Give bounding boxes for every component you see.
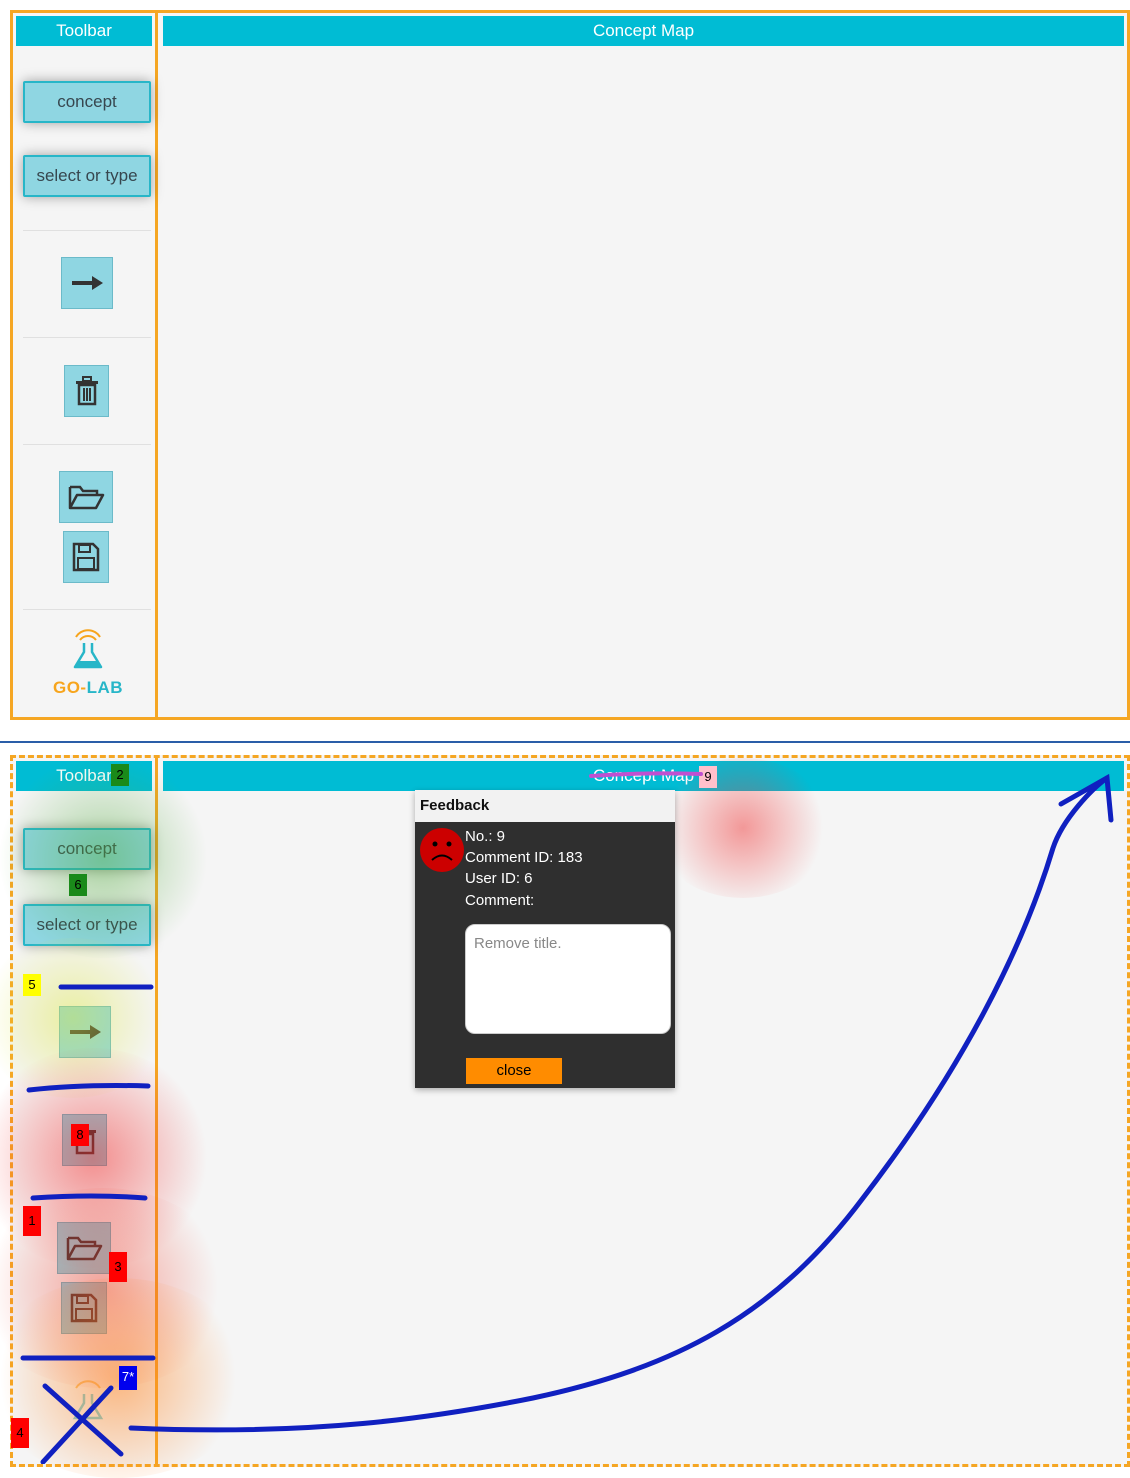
annotation-arrow-curve <box>128 775 1110 1433</box>
link-arrow-button[interactable] <box>61 257 113 309</box>
logo-text-lab: LAB <box>86 678 124 697</box>
divider <box>23 609 151 610</box>
logo-text-go: GO- <box>52 678 87 697</box>
floppy-disk-icon <box>72 542 100 572</box>
trash-icon <box>75 376 98 406</box>
open-button[interactable] <box>59 471 113 523</box>
divider <box>23 337 151 338</box>
concept-map-title: Concept Map <box>163 16 1124 46</box>
concept-button[interactable]: concept <box>23 81 151 123</box>
divider <box>23 444 151 445</box>
flask-logo-icon <box>73 629 103 669</box>
annotation-underline <box>30 1193 148 1201</box>
concept-mapper-annotated: Toolbar concept select or type Concept M… <box>0 755 1130 1478</box>
toolbar-title: Toolbar <box>16 16 152 46</box>
annotation-strike <box>589 771 703 778</box>
delete-button[interactable] <box>64 365 109 417</box>
save-button[interactable] <box>63 531 109 583</box>
arrow-right-icon <box>72 276 103 290</box>
divider <box>23 230 151 231</box>
toolbar-panel: Toolbar concept select or type <box>13 13 158 717</box>
folder-open-icon <box>68 485 105 510</box>
concept-mapper-clean: Toolbar concept select or type GO-LAB Co… <box>10 10 1130 720</box>
concept-map-canvas[interactable] <box>163 49 1124 714</box>
annotation-underline <box>26 1083 151 1093</box>
go-lab-logo[interactable]: GO-LAB <box>43 627 133 698</box>
annotation-overlay <box>20 771 1114 1464</box>
select-or-type-button[interactable]: select or type <box>23 155 151 197</box>
panel-divider <box>0 741 1130 743</box>
annotation-cross <box>40 1385 114 1464</box>
